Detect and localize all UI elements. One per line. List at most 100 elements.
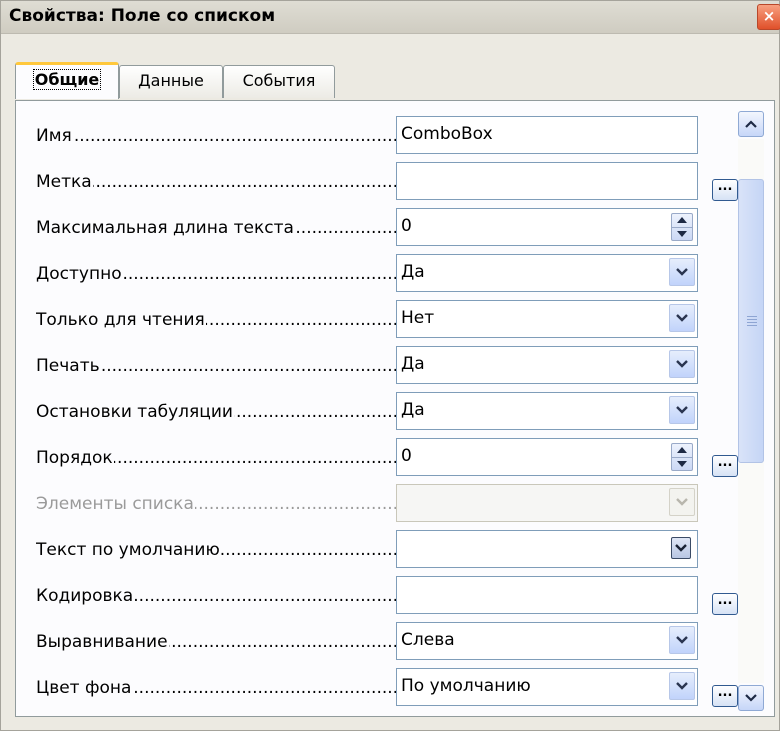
property-value: Да [401, 354, 425, 374]
property-dropdown[interactable] [396, 530, 698, 568]
tab-events[interactable]: События [223, 65, 335, 98]
property-label: ........................................… [36, 402, 406, 426]
property-value: Нет [401, 308, 435, 328]
property-dropdown[interactable]: Нет [396, 300, 698, 338]
property-row: ........................................… [16, 435, 738, 477]
property-row: ........................................… [16, 205, 736, 246]
property-label-text: Только для чтения [36, 310, 206, 330]
property-row: ........................................… [16, 619, 736, 660]
spin-buttons[interactable] [671, 443, 693, 471]
browse-button[interactable]: ... [712, 685, 738, 707]
dropdown-button[interactable] [671, 537, 691, 559]
spin-down-icon [677, 461, 687, 467]
property-row: ........................................… [16, 113, 736, 154]
property-label-text: Остановки табуляции [36, 402, 234, 422]
tab-events-label: События [242, 71, 316, 90]
property-label-text: Метка [36, 172, 93, 192]
property-label: ........................................… [36, 678, 406, 698]
property-label-text: Порядок [36, 448, 114, 468]
spin-down-icon [677, 231, 687, 237]
property-value: ComboBox [401, 124, 493, 144]
dropdown-button [669, 488, 695, 516]
property-label-text: Доступно [36, 264, 123, 284]
property-label: ........................................… [36, 310, 406, 330]
property-spin-field[interactable]: 0 [396, 438, 698, 476]
property-value: Слева [401, 630, 455, 650]
property-label: ........................................… [36, 126, 406, 146]
tab-data-label: Данные [138, 71, 204, 90]
property-label: ........................................… [36, 540, 406, 560]
properties-dialog: Свойства: Поле со списком × Общие Данные… [0, 0, 780, 731]
property-row: ........................................… [16, 481, 736, 522]
property-label: ........................................… [36, 356, 406, 376]
property-label-text: Имя [36, 126, 73, 146]
property-label: ........................................… [36, 218, 406, 242]
spin-up-icon [677, 447, 687, 453]
ellipsis-icon: ... [717, 685, 733, 700]
properties-panel: ........................................… [15, 100, 775, 717]
property-label: ........................................… [36, 448, 406, 468]
property-dropdown[interactable]: Да [396, 254, 698, 292]
dropdown-button[interactable] [669, 258, 695, 286]
property-text-field[interactable] [396, 576, 698, 614]
property-value: Да [401, 262, 425, 282]
property-text-field[interactable] [396, 162, 698, 200]
spin-up-icon [677, 217, 687, 223]
property-label-text: Выравнивание [36, 632, 169, 652]
ellipsis-icon: ... [717, 179, 733, 194]
property-dropdown[interactable]: Да [396, 392, 698, 430]
property-label-text: Текст по умолчанию [36, 540, 221, 560]
property-label-text: Цвет фона [36, 678, 133, 698]
property-value: 0 [401, 446, 412, 466]
property-dropdown[interactable]: Да [396, 346, 698, 384]
property-row: ........................................… [16, 573, 738, 615]
property-value: Да [401, 400, 425, 420]
property-dropdown[interactable]: Слева [396, 622, 698, 660]
property-label-text: Печать [36, 356, 101, 376]
dropdown-button[interactable] [669, 672, 695, 700]
dropdown-button[interactable] [669, 396, 695, 424]
chevron-down-icon [745, 694, 757, 702]
scroll-down-button[interactable] [738, 685, 764, 711]
property-label-text: Кодировка [36, 586, 135, 606]
dialog-title: Свойства: Поле со списком [9, 6, 276, 26]
property-row: ........................................… [16, 297, 736, 338]
property-row: ........................................… [16, 251, 736, 292]
browse-button[interactable]: ... [712, 179, 738, 201]
browse-button[interactable]: ... [712, 593, 738, 615]
property-value: По умолчанию [401, 676, 531, 696]
close-icon[interactable]: × [757, 4, 780, 30]
dropdown-button[interactable] [669, 304, 695, 332]
property-text-field[interactable]: ComboBox [396, 116, 698, 154]
property-label: ........................................… [36, 632, 406, 652]
dropdown-button[interactable] [669, 626, 695, 654]
scroll-thumb[interactable] [738, 179, 764, 463]
scroll-up-button[interactable] [738, 111, 764, 137]
ellipsis-icon: ... [717, 593, 733, 608]
property-row: ........................................… [16, 527, 736, 568]
browse-button[interactable]: ... [712, 455, 738, 477]
property-label-text: Максимальная длина текста [36, 218, 295, 238]
tab-data[interactable]: Данные [119, 65, 223, 98]
spin-buttons[interactable] [671, 213, 693, 241]
vertical-scrollbar[interactable] [738, 111, 764, 711]
property-dropdown [396, 484, 698, 522]
property-label: ........................................… [36, 264, 406, 284]
property-row: ........................................… [16, 159, 738, 201]
property-row: ........................................… [16, 665, 738, 707]
property-row: ........................................… [16, 389, 736, 430]
dropdown-button[interactable] [669, 350, 695, 378]
tab-general[interactable]: Общие [15, 62, 119, 99]
property-spin-field[interactable]: 0 [396, 208, 698, 246]
scroll-track[interactable] [738, 139, 764, 683]
chevron-up-icon [745, 120, 757, 128]
property-dropdown[interactable]: По умолчанию [396, 668, 698, 706]
property-value: 0 [401, 216, 412, 236]
tab-general-label: Общие [32, 69, 102, 90]
property-label-text: Элементы списка [36, 494, 195, 514]
title-bar[interactable]: Свойства: Поле со списком × [1, 1, 780, 34]
property-label: ........................................… [36, 586, 406, 606]
property-label: ........................................… [36, 494, 406, 514]
ellipsis-icon: ... [717, 455, 733, 470]
property-label: ........................................… [36, 172, 406, 192]
